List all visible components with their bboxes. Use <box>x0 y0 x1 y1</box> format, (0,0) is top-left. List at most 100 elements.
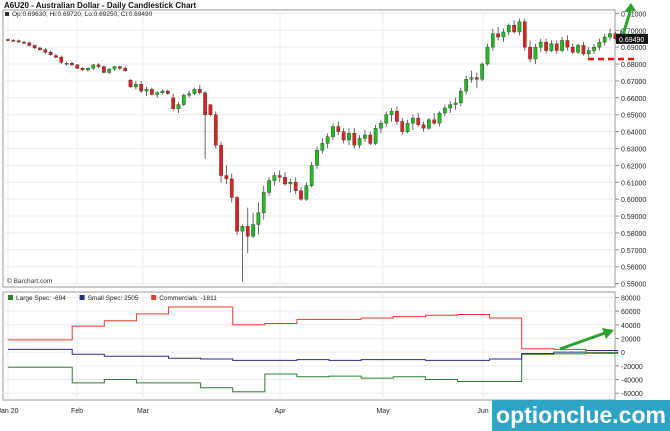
legend-label: Large Spec: -694 <box>16 295 66 302</box>
candle-body <box>315 149 319 166</box>
candle-body <box>432 119 437 124</box>
candle-body <box>102 66 106 73</box>
candle-body <box>27 42 32 46</box>
price-tick-label: 0.56000 <box>621 265 646 272</box>
price-tick-label: 0.64000 <box>621 130 646 137</box>
candle-body <box>16 40 21 43</box>
x-tick-label: May <box>376 408 390 415</box>
candle-body <box>608 33 612 38</box>
price-tick-label: 0.61000 <box>621 180 646 187</box>
candle-body <box>554 43 559 51</box>
candle-body <box>570 46 575 53</box>
price-tick-label: 0.67000 <box>621 79 646 86</box>
candle-body <box>501 31 506 38</box>
x-tick-label: Feb <box>71 408 83 415</box>
candle-body <box>522 21 527 48</box>
candle-body <box>32 45 37 49</box>
candle-body <box>538 41 543 48</box>
candle-body <box>128 79 133 88</box>
chart-canvas: 0.710000.700000.690000.680000.670000.660… <box>0 0 670 415</box>
candle-body <box>395 111 399 122</box>
legend-label: Commercials: -1811 <box>159 295 217 302</box>
cot-tick-label: 80000 <box>621 295 641 302</box>
candle-body <box>331 126 335 137</box>
price-tick-label: 0.68000 <box>621 62 646 69</box>
candle-body <box>304 185 309 200</box>
legend-swatch <box>79 295 85 300</box>
candle-body <box>586 50 591 55</box>
candle-body <box>283 177 287 185</box>
candle-body <box>437 112 442 124</box>
legend-label: Small Spec: 2505 <box>88 295 139 302</box>
candle-body <box>176 104 181 110</box>
candle-body <box>458 90 463 104</box>
candle-body <box>299 190 303 200</box>
candle-body <box>91 64 96 69</box>
candle-body <box>256 212 261 225</box>
price-tick-label: 0.69000 <box>621 45 646 52</box>
candle-body <box>144 89 149 92</box>
candle-body <box>75 64 80 69</box>
candle-body <box>6 39 10 41</box>
candle-body <box>229 178 234 198</box>
candle-body <box>181 95 186 105</box>
candle-body <box>421 124 426 129</box>
candle-body <box>490 33 495 48</box>
candle-body <box>506 25 511 33</box>
x-tick-label: Apr <box>275 408 287 415</box>
candle-body <box>86 68 90 71</box>
last-price-label: 0.69490 <box>619 37 644 44</box>
candle-body <box>245 225 250 237</box>
price-tick-label: 0.71000 <box>621 11 646 18</box>
candle-body <box>70 63 74 66</box>
candle-body <box>213 114 218 146</box>
candle-body <box>192 89 197 94</box>
candle-body <box>272 175 277 181</box>
candle-body <box>347 133 351 141</box>
brand-label[interactable]: optionclue.com <box>492 400 670 431</box>
candle-body <box>118 66 122 69</box>
cot-tick-label: -40000 <box>621 377 643 384</box>
candle-body <box>22 41 26 44</box>
candle-body <box>134 84 138 88</box>
candle-body <box>341 131 346 141</box>
cot-tick-label: 20000 <box>621 336 641 343</box>
chart-root: 0.71000 0.70000 0.69000 0.68000 0.67000 0.660… <box>0 0 670 431</box>
candle-body <box>64 63 69 65</box>
candle-body <box>277 175 282 178</box>
candle-body <box>565 40 570 48</box>
candle-body <box>320 143 325 151</box>
candle-body <box>38 47 42 50</box>
chart-title: A6U20 - Australian Dollar - Daily Candle… <box>4 1 197 10</box>
watermark: © Barchart.com <box>7 277 52 285</box>
candle-body <box>139 84 144 92</box>
candle-body <box>235 197 239 232</box>
legend-swatch <box>151 295 157 300</box>
candle-body <box>336 126 341 132</box>
ohlc-swatch <box>5 12 9 16</box>
candle-body <box>549 43 554 51</box>
candle-body <box>416 117 421 126</box>
candle-body <box>517 21 522 33</box>
candle-body <box>107 68 112 73</box>
candle-body <box>11 40 16 42</box>
candle-body <box>597 41 602 48</box>
candle-body <box>464 79 469 92</box>
candle-body <box>197 89 202 93</box>
candle-body <box>160 90 165 93</box>
candle-body <box>261 192 266 213</box>
candle-body <box>187 93 191 96</box>
candle-body <box>43 49 48 53</box>
price-tick-label: 0.60000 <box>621 197 646 204</box>
candle-body <box>363 134 367 139</box>
candle-body <box>123 68 128 72</box>
candle-body <box>251 224 255 237</box>
cot-panel-frame <box>2 291 616 401</box>
candle-body <box>469 77 474 80</box>
cot-tick-label: 60000 <box>621 309 641 316</box>
candle-body <box>528 46 532 60</box>
cot-tick-label: -60000 <box>621 391 643 398</box>
candle-body <box>309 165 314 186</box>
candle-body <box>581 45 586 55</box>
candle-body <box>485 46 490 65</box>
